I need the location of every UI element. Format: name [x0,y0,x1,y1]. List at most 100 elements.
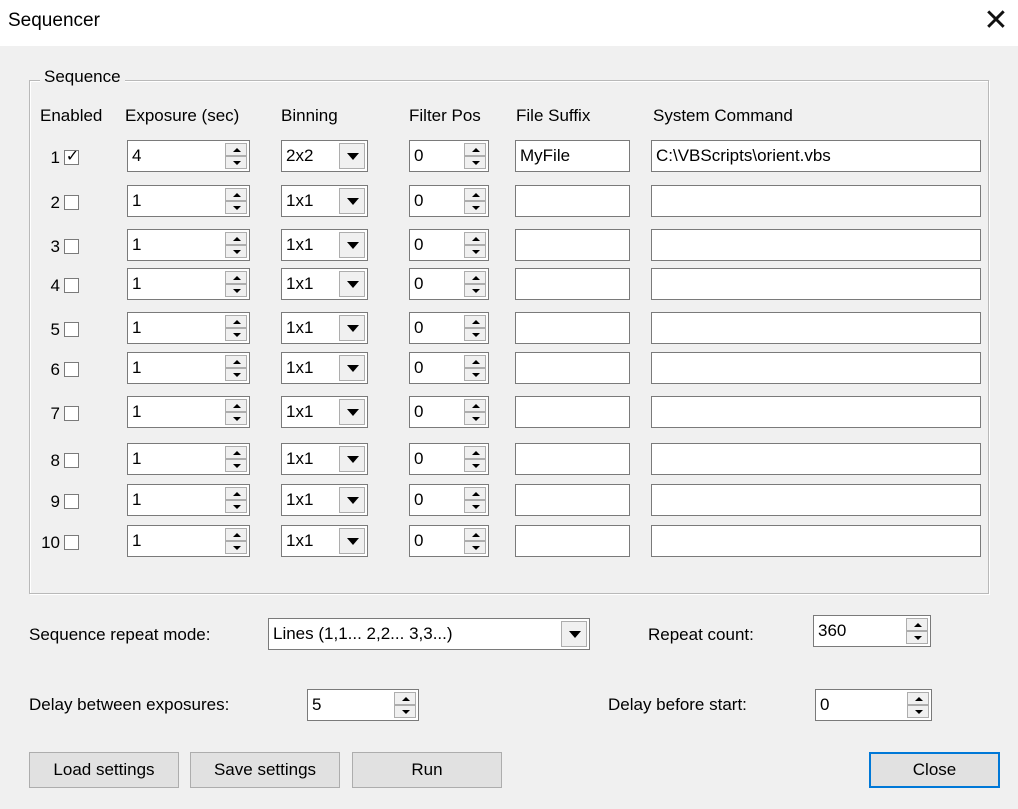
spin-down-icon[interactable] [907,705,929,718]
load-settings-button[interactable]: Load settings [29,752,179,788]
file-suffix-input[interactable] [515,443,630,475]
spin-up-icon[interactable] [464,399,486,412]
exposure-input[interactable]: 1 [127,312,250,344]
spin-up-icon[interactable] [464,315,486,328]
exposure-input[interactable]: 1 [127,185,250,217]
exposure-spinner[interactable] [225,188,247,214]
enabled-checkbox[interactable] [64,494,79,509]
spin-up-icon[interactable] [464,528,486,541]
spin-down-icon[interactable] [225,201,247,214]
spin-down-icon[interactable] [906,631,928,644]
spin-down-icon[interactable] [464,284,486,297]
spin-down-icon[interactable] [464,245,486,258]
exposure-spinner[interactable] [225,528,247,554]
exposure-spinner[interactable] [225,399,247,425]
file-suffix-input[interactable] [515,352,630,384]
spin-down-icon[interactable] [225,500,247,513]
exposure-input[interactable]: 1 [127,352,250,384]
exposure-input[interactable]: 1 [127,268,250,300]
close-button[interactable]: Close [869,752,1000,788]
spin-up-icon[interactable] [464,232,486,245]
spin-down-icon[interactable] [225,245,247,258]
repeat-count-input[interactable]: 360 [813,615,931,647]
filter-pos-input[interactable]: 0 [409,484,489,516]
exposure-input[interactable]: 1 [127,396,250,428]
filter-pos-spinner[interactable] [464,271,486,297]
spin-down-icon[interactable] [225,368,247,381]
enabled-checkbox[interactable] [64,322,79,337]
filter-pos-spinner[interactable] [464,143,486,169]
enabled-checkbox[interactable] [64,453,79,468]
repeat-mode-select[interactable]: Lines (1,1... 2,2... 3,3...) [268,618,590,650]
file-suffix-input[interactable] [515,396,630,428]
binning-select[interactable]: 2x2 [281,140,368,172]
spin-up-icon[interactable] [225,487,247,500]
binning-select[interactable]: 1x1 [281,484,368,516]
system-command-input[interactable] [651,229,981,261]
system-command-input[interactable] [651,396,981,428]
exposure-spinner[interactable] [225,487,247,513]
exposure-input[interactable]: 1 [127,525,250,557]
system-command-input[interactable] [651,484,981,516]
spin-down-icon[interactable] [225,459,247,472]
spin-up-icon[interactable] [907,692,929,705]
exposure-spinner[interactable] [225,143,247,169]
chevron-down-icon[interactable] [339,399,365,425]
binning-select[interactable]: 1x1 [281,185,368,217]
system-command-input[interactable] [651,352,981,384]
spin-up-icon[interactable] [464,271,486,284]
spin-up-icon[interactable] [906,618,928,631]
binning-select[interactable]: 1x1 [281,268,368,300]
save-settings-button[interactable]: Save settings [190,752,340,788]
close-icon[interactable]: ✕ [978,4,1014,40]
exposure-input[interactable]: 1 [127,229,250,261]
chevron-down-icon[interactable] [561,621,587,647]
spin-down-icon[interactable] [464,541,486,554]
spin-down-icon[interactable] [394,705,416,718]
exposure-input[interactable]: 1 [127,484,250,516]
filter-pos-spinner[interactable] [464,399,486,425]
system-command-input[interactable] [651,268,981,300]
chevron-down-icon[interactable] [339,188,365,214]
file-suffix-input[interactable] [515,484,630,516]
delay-before-input[interactable]: 0 [815,689,932,721]
delay-before-spinner[interactable] [907,692,929,718]
enabled-checkbox[interactable] [64,406,79,421]
binning-select[interactable]: 1x1 [281,443,368,475]
spin-up-icon[interactable] [464,143,486,156]
filter-pos-spinner[interactable] [464,188,486,214]
spin-up-icon[interactable] [225,446,247,459]
spin-down-icon[interactable] [225,156,247,169]
spin-up-icon[interactable] [464,446,486,459]
exposure-spinner[interactable] [225,271,247,297]
exposure-spinner[interactable] [225,232,247,258]
binning-select[interactable]: 1x1 [281,352,368,384]
filter-pos-input[interactable]: 0 [409,396,489,428]
exposure-input[interactable]: 1 [127,443,250,475]
spin-down-icon[interactable] [464,328,486,341]
chevron-down-icon[interactable] [339,271,365,297]
enabled-checkbox[interactable] [64,535,79,550]
filter-pos-spinner[interactable] [464,487,486,513]
file-suffix-input[interactable] [515,229,630,261]
run-button[interactable]: Run [352,752,502,788]
filter-pos-spinner[interactable] [464,446,486,472]
system-command-input[interactable] [651,185,981,217]
filter-pos-input[interactable]: 0 [409,229,489,261]
spin-up-icon[interactable] [225,271,247,284]
spin-down-icon[interactable] [464,368,486,381]
system-command-input[interactable]: C:\VBScripts\orient.vbs [651,140,981,172]
exposure-input[interactable]: 4 [127,140,250,172]
exposure-spinner[interactable] [225,355,247,381]
spin-down-icon[interactable] [464,412,486,425]
filter-pos-input[interactable]: 0 [409,140,489,172]
filter-pos-input[interactable]: 0 [409,443,489,475]
spin-up-icon[interactable] [225,232,247,245]
spin-down-icon[interactable] [464,201,486,214]
spin-up-icon[interactable] [225,188,247,201]
file-suffix-input[interactable] [515,185,630,217]
filter-pos-input[interactable]: 0 [409,268,489,300]
spin-up-icon[interactable] [464,355,486,368]
spin-up-icon[interactable] [225,355,247,368]
spin-up-icon[interactable] [225,528,247,541]
